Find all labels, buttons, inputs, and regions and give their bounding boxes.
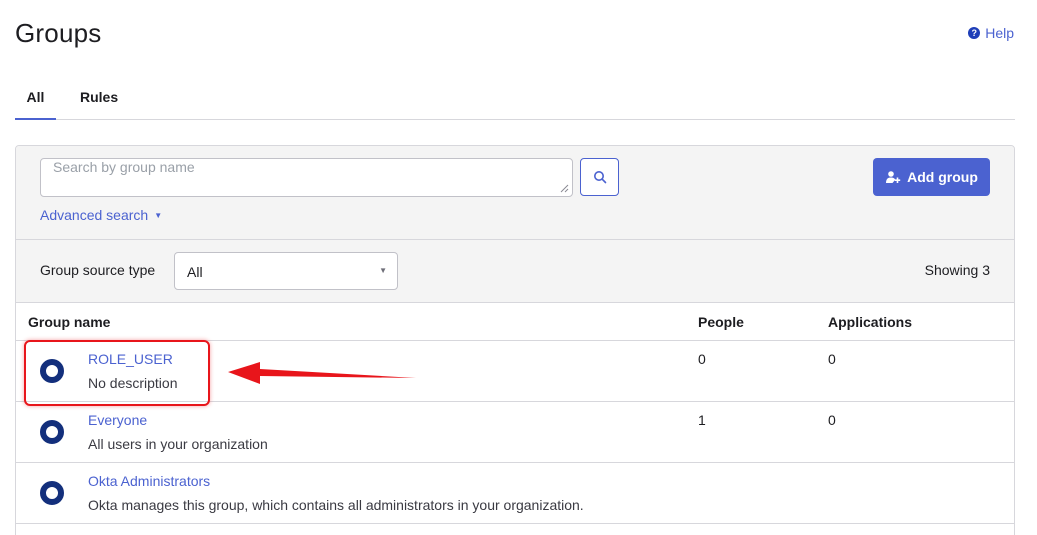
advanced-search-link[interactable]: Advanced search ▼ bbox=[40, 207, 162, 223]
table-row: Okta Administrators Okta manages this gr… bbox=[16, 463, 1014, 524]
column-header-group-name[interactable]: Group name bbox=[28, 314, 110, 330]
group-icon bbox=[40, 359, 64, 383]
advanced-search-label: Advanced search bbox=[40, 207, 149, 223]
groups-panel: Advanced search ▼ Add group Group source… bbox=[15, 145, 1015, 535]
result-count: Showing 3 bbox=[924, 262, 990, 278]
table-row: ROLE_USER No description 0 0 bbox=[16, 341, 1014, 402]
search-area: Advanced search ▼ Add group bbox=[16, 146, 1014, 240]
column-header-people[interactable]: People bbox=[698, 314, 744, 330]
group-description: All users in your organization bbox=[88, 436, 268, 452]
group-name-link[interactable]: Everyone bbox=[88, 412, 147, 428]
group-icon bbox=[40, 420, 64, 444]
chevron-down-icon: ▼ bbox=[379, 266, 387, 275]
table-header: Group name People Applications bbox=[16, 303, 1014, 341]
resize-grip-icon[interactable] bbox=[559, 183, 569, 193]
people-count: 1 bbox=[698, 412, 706, 428]
filter-area: Group source type All ▼ Showing 3 bbox=[16, 240, 1014, 303]
search-icon bbox=[593, 171, 606, 184]
group-name-link[interactable]: ROLE_USER bbox=[88, 351, 173, 367]
tab-bar: All Rules bbox=[15, 80, 1015, 120]
group-description: No description bbox=[88, 375, 178, 391]
tab-rules[interactable]: Rules bbox=[80, 80, 118, 119]
column-header-applications[interactable]: Applications bbox=[828, 314, 912, 330]
group-source-type-select[interactable]: All ▼ bbox=[174, 252, 398, 290]
group-source-type-label: Group source type bbox=[40, 262, 156, 278]
add-group-button[interactable]: Add group bbox=[873, 158, 990, 196]
group-description: Okta manages this group, which contains … bbox=[88, 497, 584, 513]
group-name-link[interactable]: Okta Administrators bbox=[88, 473, 210, 489]
group-source-type-value: All bbox=[187, 264, 203, 280]
add-user-icon bbox=[886, 171, 901, 183]
applications-count: 0 bbox=[828, 412, 836, 428]
people-count: 0 bbox=[698, 351, 706, 367]
search-button[interactable] bbox=[580, 158, 619, 196]
group-icon bbox=[40, 481, 64, 505]
search-input[interactable] bbox=[40, 158, 573, 197]
help-label: Help bbox=[985, 25, 1014, 41]
caret-down-icon: ▼ bbox=[154, 210, 163, 220]
question-circle-icon: ? bbox=[968, 27, 981, 39]
tab-all[interactable]: All bbox=[15, 80, 56, 120]
applications-count: 0 bbox=[828, 351, 836, 367]
page-title: Groups bbox=[15, 18, 102, 48]
add-group-label: Add group bbox=[907, 169, 978, 185]
help-link[interactable]: ? Help bbox=[968, 25, 1014, 41]
table-row: Everyone All users in your organization … bbox=[16, 402, 1014, 463]
